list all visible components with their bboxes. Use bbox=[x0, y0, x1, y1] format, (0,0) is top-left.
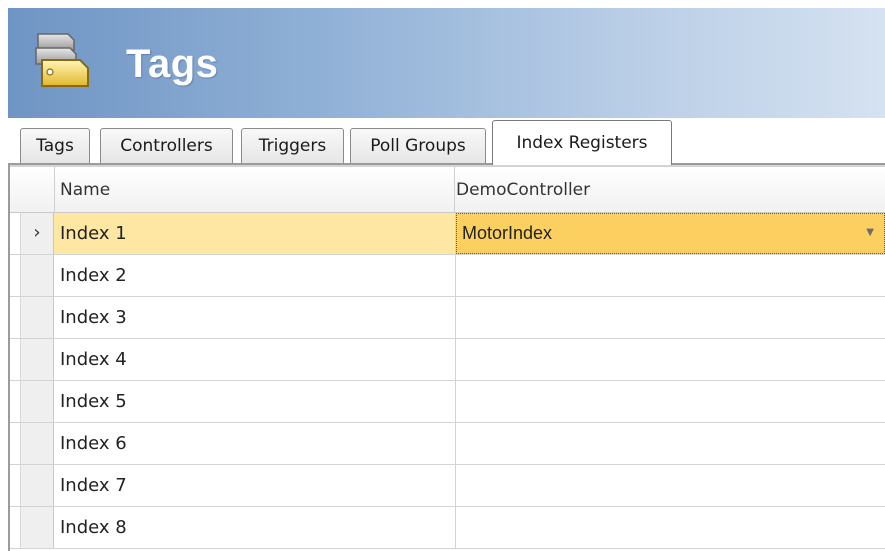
cell-name[interactable]: Index 3 bbox=[54, 297, 456, 338]
table-row[interactable]: Index 5 bbox=[10, 381, 885, 423]
index-registers-grid: Name DemoController › Index 1 MotorIndex… bbox=[8, 165, 885, 551]
cell-controller[interactable] bbox=[456, 507, 885, 548]
cell-controller[interactable] bbox=[456, 255, 885, 296]
row-indicator[interactable] bbox=[20, 465, 54, 506]
row-indicator[interactable] bbox=[20, 255, 54, 296]
tab-controllers[interactable]: Controllers bbox=[100, 128, 233, 163]
tab-triggers[interactable]: Triggers bbox=[241, 128, 344, 163]
row-indicator[interactable] bbox=[20, 339, 54, 380]
tab-label: Triggers bbox=[258, 136, 327, 156]
table-row[interactable]: Index 4 bbox=[10, 339, 885, 381]
cell-name[interactable]: Index 6 bbox=[54, 423, 456, 464]
cell-controller[interactable] bbox=[456, 423, 885, 464]
tab-tags[interactable]: Tags bbox=[20, 128, 90, 163]
row-indicator[interactable] bbox=[20, 381, 54, 422]
tab-index-registers[interactable]: Index Registers bbox=[492, 120, 672, 165]
cell-name[interactable]: Index 5 bbox=[54, 381, 456, 422]
cell-name[interactable]: Index 7 bbox=[54, 465, 456, 506]
page-title: Tags bbox=[126, 42, 219, 86]
cell-name[interactable]: Index 8 bbox=[54, 507, 456, 548]
cell-controller[interactable] bbox=[456, 381, 885, 422]
current-row-arrow-icon[interactable]: › bbox=[20, 213, 54, 254]
row-indicator[interactable] bbox=[20, 423, 54, 464]
dropdown-value: MotorIndex bbox=[462, 223, 553, 243]
header-row-indicator bbox=[20, 167, 55, 213]
tab-label: Poll Groups bbox=[370, 136, 466, 156]
column-header-name[interactable]: Name bbox=[60, 167, 455, 213]
cell-controller[interactable] bbox=[456, 465, 885, 506]
grid-header: Name DemoController bbox=[10, 165, 885, 213]
table-row[interactable]: Index 6 bbox=[10, 423, 885, 465]
tab-label: Tags bbox=[36, 136, 74, 156]
cell-controller[interactable] bbox=[456, 339, 885, 380]
tab-poll-groups[interactable]: Poll Groups bbox=[350, 128, 486, 163]
tab-bar: Tags Controllers Triggers Poll Groups In… bbox=[8, 118, 885, 165]
table-row[interactable]: Index 8 bbox=[10, 507, 885, 549]
tab-label: Index Registers bbox=[516, 133, 648, 153]
cell-name[interactable]: Index 1 bbox=[54, 213, 456, 254]
cell-name[interactable]: Index 4 bbox=[54, 339, 456, 380]
table-row[interactable]: Index 2 bbox=[10, 255, 885, 297]
column-header-democontroller[interactable]: DemoController bbox=[456, 167, 885, 213]
page-header: Tags bbox=[8, 8, 885, 118]
cell-name[interactable]: Index 2 bbox=[54, 255, 456, 296]
tags-stack-icon bbox=[35, 33, 89, 87]
controller-dropdown[interactable]: MotorIndex ▼ bbox=[456, 213, 885, 254]
row-indicator[interactable] bbox=[20, 297, 54, 338]
cell-controller[interactable] bbox=[456, 297, 885, 338]
tab-label: Controllers bbox=[120, 136, 213, 156]
table-row[interactable]: Index 3 bbox=[10, 297, 885, 339]
table-row[interactable]: › Index 1 MotorIndex ▼ bbox=[10, 213, 885, 255]
chevron-down-icon[interactable]: ▼ bbox=[866, 214, 874, 252]
table-row[interactable]: Index 7 bbox=[10, 465, 885, 507]
row-indicator[interactable] bbox=[20, 507, 54, 548]
